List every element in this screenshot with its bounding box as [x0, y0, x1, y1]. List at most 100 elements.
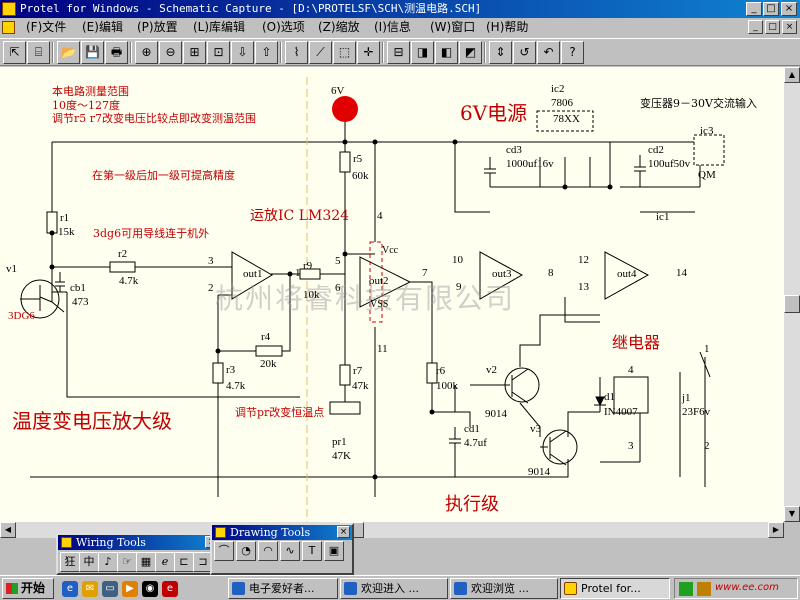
menu-info[interactable]: (I)信息 [374, 18, 411, 37]
move-down-icon[interactable]: ⇩ [231, 41, 254, 64]
drawing-tool-1-icon[interactable]: ◔ [236, 541, 256, 561]
protel-app-icon[interactable] [2, 2, 16, 16]
label-cd3: cd3 [506, 144, 522, 156]
label-ic2: ic2 [551, 83, 565, 95]
label-r6-value: 100k [436, 380, 458, 392]
volume-tray-icon[interactable] [697, 582, 711, 596]
cross-icon[interactable]: ✛ [357, 41, 380, 64]
drawing-tools-close-button[interactable]: × [337, 526, 350, 538]
menu-place[interactable]: (P)放置 [137, 18, 178, 37]
wire-icon[interactable]: ⌇ [285, 41, 308, 64]
library-b-icon[interactable]: ◧ [435, 41, 458, 64]
browser-quicklaunch-icon[interactable]: e [162, 581, 178, 597]
menu-zoom[interactable]: (Z)缩放 [318, 18, 360, 37]
qq-quicklaunch-icon[interactable]: ◉ [142, 581, 158, 597]
menu-options[interactable]: (O)选项 [262, 18, 305, 37]
pin-10: 10 [452, 254, 463, 266]
doc-restore-button[interactable]: □ [765, 20, 780, 34]
label-cd2: cd2 [648, 144, 664, 156]
scroll-icon[interactable]: ⇕ [489, 41, 512, 64]
scroll-up-arrow[interactable]: ▲ [784, 67, 800, 83]
vertical-scroll-thumb[interactable] [784, 295, 800, 313]
wiring-tool-1-icon[interactable]: 中 [79, 552, 99, 572]
label-ic1: ic1 [656, 211, 670, 223]
media-quicklaunch-icon[interactable]: ▶ [122, 581, 138, 597]
outlook-quicklaunch-icon[interactable]: ✉ [82, 581, 98, 597]
select-icon[interactable]: ⇱ [3, 41, 26, 64]
close-button[interactable]: × [781, 2, 797, 16]
label-vss: VSS [370, 299, 389, 310]
wiring-tool-0-icon[interactable]: 狂 [60, 552, 80, 572]
select-box-icon[interactable]: ⬚ [333, 41, 356, 64]
undo-icon[interactable]: ↶ [537, 41, 560, 64]
doc-close-button[interactable]: × [782, 20, 797, 34]
wiring-tool-2-icon[interactable]: ♪ [98, 552, 118, 572]
menu-window[interactable]: (W)窗口 [430, 18, 475, 37]
zoom-fit-icon[interactable]: ⊡ [207, 41, 230, 64]
drawing-tool-4-icon[interactable]: T [302, 541, 322, 561]
library-c-icon[interactable]: ◩ [459, 41, 482, 64]
task-button-protel[interactable]: Protel for... [560, 578, 670, 599]
desktop-quicklaunch-icon[interactable]: ▭ [102, 581, 118, 597]
drawing-tool-3-icon[interactable]: ∿ [280, 541, 300, 561]
label-v3: v3 [530, 423, 541, 435]
task-button-3[interactable]: 欢迎浏览 ... [450, 578, 558, 599]
zoom-in-icon[interactable]: ⊕ [135, 41, 158, 64]
tray-text: www.ee.com [715, 582, 779, 593]
wiring-tool-4-icon[interactable]: ▦ [136, 552, 156, 572]
label-d1: d1 [604, 391, 615, 403]
bus-icon[interactable]: ⟋ [309, 41, 332, 64]
menu-edit[interactable]: (E)编辑 [82, 18, 123, 37]
relay-circuit [594, 351, 711, 414]
ie-quicklaunch-icon[interactable]: e [62, 581, 78, 597]
task-button-1[interactable]: 电子爱好者... [228, 578, 338, 599]
document-icon[interactable] [2, 21, 15, 34]
scroll-left-arrow[interactable]: ◀ [0, 522, 16, 538]
print-icon[interactable]: 🖶 [105, 41, 128, 64]
menu-file[interactable]: (F)文件 [26, 18, 66, 37]
drawing-tool-0-icon[interactable]: ⌒ [214, 541, 234, 561]
vertical-scrollbar[interactable]: ▲ ▼ [784, 67, 800, 522]
pin-7: 7 [422, 267, 428, 279]
move-up-icon[interactable]: ⇧ [255, 41, 278, 64]
r3-wire [217, 294, 232, 497]
rotate-icon[interactable]: ↺ [513, 41, 536, 64]
pin-1: 1 [295, 267, 301, 279]
save-icon[interactable]: 💾 [81, 41, 104, 64]
capacitor-cd3 [484, 157, 496, 187]
minimize-button[interactable]: _ [746, 2, 762, 16]
pin-13: 13 [578, 281, 589, 293]
schematic-canvas[interactable]: 本电路测量范围 10度～127度 调节r5 r7改变电压比较点即改变测温范围 在… [0, 67, 784, 522]
label-cb1: cb1 [70, 282, 86, 294]
wiring-tools-title[interactable]: Wiring Tools [58, 535, 220, 550]
windows-logo-icon [6, 583, 18, 594]
title-bar[interactable]: Protel for Windows - Schematic Capture -… [0, 0, 800, 18]
component-icon[interactable]: ⊟ [387, 41, 410, 64]
wiring-tool-6-icon[interactable]: ⊏ [174, 552, 194, 572]
doc-minimize-button[interactable]: _ [748, 20, 763, 34]
drawing-tools-title[interactable]: Drawing Tools [212, 525, 352, 540]
drawing-tool-5-icon[interactable]: ▣ [324, 541, 344, 561]
zoom-area-icon[interactable]: ⊞ [183, 41, 206, 64]
start-button[interactable]: 开始 [2, 578, 54, 599]
zoom-out-icon[interactable]: ⊖ [159, 41, 182, 64]
scroll-right-arrow[interactable]: ▶ [768, 522, 784, 538]
wiring-tool-3-icon[interactable]: ☞ [117, 552, 137, 572]
note-relay: 继电器 [612, 333, 661, 352]
open-folder-icon[interactable]: 📂 [57, 41, 80, 64]
help-icon[interactable]: ? [561, 41, 584, 64]
menu-help[interactable]: (H)帮助 [486, 18, 528, 37]
label-j1: j1 [682, 392, 691, 404]
protel-window: Protel for Windows - Schematic Capture -… [0, 0, 800, 600]
menu-library-edit[interactable]: (L)库编辑 [193, 18, 245, 37]
network-tray-icon[interactable] [679, 582, 693, 596]
wiring-tool-5-icon[interactable]: ℯ [155, 552, 175, 572]
drawing-tool-2-icon[interactable]: ◠ [258, 541, 278, 561]
scroll-down-arrow[interactable]: ▼ [784, 506, 800, 522]
task-button-2[interactable]: 欢迎进入 ... [340, 578, 448, 599]
library-icon[interactable]: ⌸ [27, 41, 50, 64]
library-a-icon[interactable]: ◨ [411, 41, 434, 64]
maximize-button[interactable]: □ [763, 2, 779, 16]
label-out2: out2 [369, 275, 389, 287]
label-vcc: Vcc [382, 245, 399, 256]
